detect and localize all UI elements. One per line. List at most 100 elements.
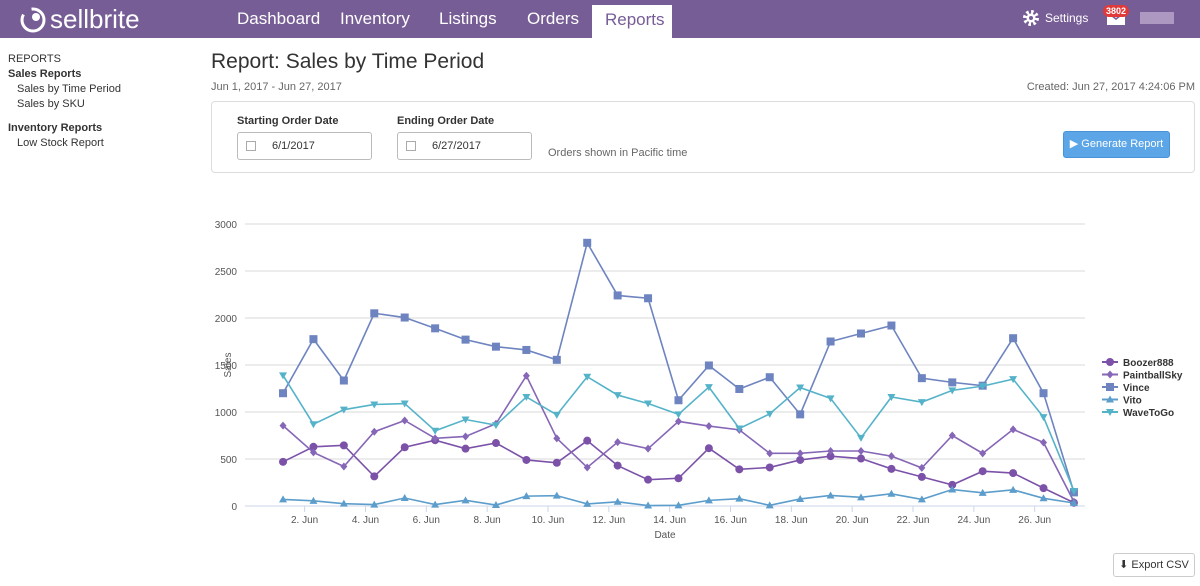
mail-count-badge: 3802	[1103, 5, 1130, 17]
sidebar-section-title: REPORTS	[8, 53, 61, 65]
export-label: Export CSV	[1131, 559, 1189, 571]
y-tick-label: 0	[231, 502, 237, 513]
data-point-vito	[826, 491, 835, 499]
data-point-paintballsky	[309, 448, 317, 457]
data-point-boozer888	[370, 472, 379, 481]
settings-link[interactable]: Settings	[1022, 9, 1088, 27]
timezone-note: Orders shown in Pacific time	[548, 147, 688, 159]
data-point-boozer888	[644, 475, 653, 484]
logo[interactable]: sellbrite	[20, 4, 140, 35]
x-tick-label: 26. Jun	[1018, 515, 1051, 526]
legend-item-wavetogo: WaveToGo	[1123, 408, 1174, 419]
data-point-wavetogo	[400, 400, 409, 408]
sidebar-group-inventory: Inventory Reports	[8, 122, 103, 134]
settings-label: Settings	[1045, 11, 1089, 25]
nav-listings[interactable]: Listings	[426, 0, 510, 38]
data-point-boozer888	[978, 467, 987, 476]
data-point-paintballsky	[979, 449, 987, 458]
data-point-boozer888	[948, 480, 957, 489]
data-point-paintballsky	[766, 449, 774, 458]
sidebar-group-sales: Sales Reports	[8, 68, 82, 80]
data-point-wavetogo	[279, 372, 288, 380]
data-point-paintballsky	[948, 431, 956, 440]
nav-dashboard[interactable]: Dashboard	[224, 0, 333, 38]
data-point-vito	[1069, 498, 1078, 506]
sidebar: REPORTS Sales Reports Sales by Time Peri…	[8, 52, 121, 151]
data-point-wavetogo	[796, 384, 805, 392]
data-point-boozer888	[674, 474, 683, 483]
data-point-boozer888	[796, 455, 805, 464]
data-point-vince	[1039, 389, 1048, 398]
sidebar-item-low-stock[interactable]: Low Stock Report	[8, 136, 121, 151]
series-line-vince	[282, 240, 1075, 493]
y-tick-label: 3000	[215, 220, 238, 231]
data-point-paintballsky	[1009, 425, 1017, 434]
data-point-vito	[339, 499, 348, 507]
data-point-wavetogo	[613, 392, 622, 400]
data-point-boozer888	[522, 455, 531, 464]
data-point-boozer888	[309, 442, 318, 451]
y-tick-label: 500	[220, 455, 237, 466]
user-avatar[interactable]	[1140, 12, 1174, 24]
data-point-wavetogo	[704, 384, 713, 392]
data-point-vince	[400, 313, 409, 322]
sidebar-item-sales-by-time-period[interactable]: Sales by Time Period	[8, 82, 121, 97]
data-point-boozer888	[491, 439, 500, 448]
data-point-vito	[978, 488, 987, 496]
x-tick-label: 18. Jun	[775, 515, 808, 526]
data-point-wavetogo	[1069, 487, 1078, 495]
end-date-value: 6/27/2017	[432, 140, 481, 152]
data-point-vince	[279, 389, 288, 398]
data-point-vito	[796, 494, 805, 502]
download-icon: ⬇︎	[1119, 559, 1132, 571]
data-point-paintballsky	[887, 452, 895, 461]
x-tick-label: 4. Jun	[352, 515, 379, 526]
data-point-boozer888	[826, 452, 835, 461]
legend-marker-wavetogo	[1106, 409, 1114, 416]
sales-chart: 0 500 1000 1500 2000 2500 3000 2. Jun 4. Jun 6. J…	[215, 220, 1183, 541]
legend-marker-vince	[1106, 383, 1114, 391]
data-point-vince	[765, 373, 774, 382]
nav-inventory[interactable]: Inventory	[327, 0, 423, 38]
legend-marker-paintballsky	[1106, 370, 1114, 379]
data-point-boozer888	[917, 472, 926, 481]
data-point-vince	[796, 410, 805, 419]
data-point-vito	[522, 492, 531, 500]
sidebar-item-sales-by-sku[interactable]: Sales by SKU	[8, 97, 121, 112]
series-line-vito	[282, 488, 1075, 507]
data-point-vince	[461, 335, 470, 344]
series-line-paintballsky	[282, 374, 1075, 503]
y-axis-title: Sales	[223, 352, 234, 377]
data-point-boozer888	[1009, 469, 1018, 478]
data-point-boozer888	[1039, 484, 1048, 493]
data-point-wavetogo	[674, 411, 683, 419]
data-point-vito	[491, 501, 500, 509]
data-point-vito	[400, 494, 409, 502]
end-date-input[interactable]: 6/27/2017	[397, 132, 532, 160]
data-point-vince	[917, 374, 926, 383]
data-point-vince	[948, 378, 957, 387]
data-point-vito	[917, 495, 926, 503]
data-point-vito	[279, 495, 288, 503]
x-tick-label: 16. Jun	[714, 515, 747, 526]
data-point-vince	[431, 324, 440, 333]
start-date-value: 6/1/2017	[272, 140, 315, 152]
created-timestamp: Created: Jun 27, 2017 4:24:06 PM	[1026, 81, 1195, 93]
data-point-boozer888	[704, 444, 713, 453]
data-point-wavetogo	[644, 400, 653, 408]
data-point-paintballsky	[857, 447, 865, 456]
generate-report-button[interactable]: ▶︎ Generate Report	[1063, 131, 1170, 158]
nav-reports[interactable]: Reports	[592, 5, 672, 38]
data-point-paintballsky	[340, 462, 348, 471]
data-point-wavetogo	[522, 393, 531, 401]
x-tick-label: 20. Jun	[836, 515, 869, 526]
nav-orders[interactable]: Orders	[514, 0, 592, 38]
export-csv-button[interactable]: ⬇︎ Export CSV	[1113, 553, 1195, 577]
data-point-vince	[522, 345, 531, 354]
calendar-icon	[246, 141, 256, 151]
data-point-paintballsky	[796, 449, 804, 458]
start-date-input[interactable]: 6/1/2017	[237, 132, 372, 160]
data-point-vince	[339, 376, 348, 385]
x-tick-label: 24. Jun	[957, 515, 990, 526]
data-point-paintballsky	[553, 434, 561, 443]
